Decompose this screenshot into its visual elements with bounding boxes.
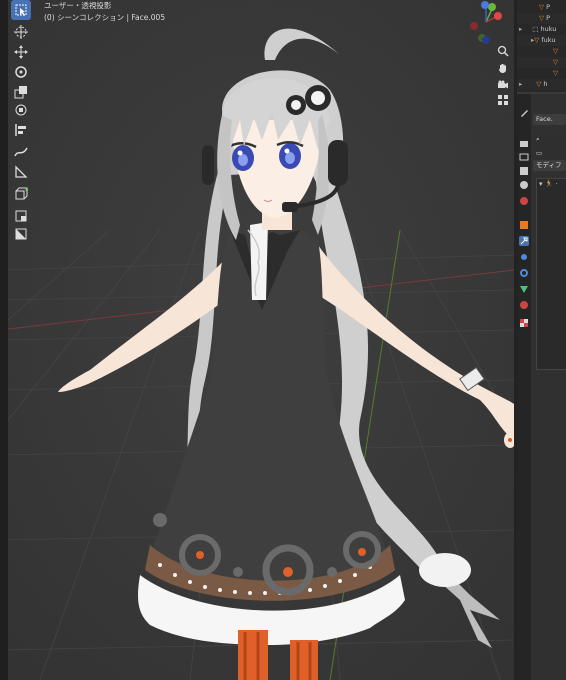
render-tab-icon[interactable] <box>519 138 529 148</box>
rotate-icon[interactable] <box>11 62 31 82</box>
modifier-tab-icon[interactable] <box>519 236 529 246</box>
outliner-row[interactable]: ▽ <box>517 57 566 68</box>
transform-icon[interactable] <box>11 100 31 120</box>
measure-icon[interactable] <box>11 162 31 182</box>
camera-icon[interactable] <box>496 78 510 92</box>
search-field[interactable]: ⌕ <box>533 134 566 145</box>
hair-tie-pom <box>419 553 471 587</box>
material-tab-icon[interactable] <box>519 300 529 310</box>
properties-tabs <box>517 94 531 680</box>
physics-tab-icon[interactable] <box>519 268 529 278</box>
annotate-icon[interactable] <box>11 142 31 162</box>
character-model[interactable] <box>0 0 514 680</box>
headset-right <box>328 140 348 186</box>
viewport-hud: ユーザー・透視投影 (0) シーンコレクション | Face.005 <box>44 0 165 24</box>
object-tab-icon[interactable] <box>519 220 529 230</box>
world-tab-icon[interactable] <box>519 196 529 206</box>
zoom-icon[interactable] <box>496 44 510 58</box>
texture-tab-icon[interactable] <box>519 318 529 328</box>
particles-tab-icon[interactable] <box>519 252 529 262</box>
collection-label: (0) シーンコレクション | Face.005 <box>44 13 166 22</box>
navigation-gizmo[interactable] <box>462 0 508 50</box>
outliner-row[interactable]: ▽ <box>517 46 566 57</box>
outliner-row[interactable]: ▽ P <box>517 2 566 13</box>
modifier-panel[interactable]: ▾ 🏃 · <box>536 178 566 370</box>
outliner-row[interactable]: ▽ <box>517 68 566 79</box>
outliner-row[interactable]: ▸ ▽ h <box>517 79 566 90</box>
outliner-panel[interactable]: ▽ P ▽ P ▸ ⬚ huku ▸▽ fuku ▽ ▽ ▽ ▸ ▽ h <box>517 0 566 92</box>
pan-hand-icon[interactable] <box>496 61 510 75</box>
grid-icon[interactable] <box>496 93 510 107</box>
tool-tab-icon[interactable] <box>519 108 529 118</box>
cursor-icon[interactable] <box>11 22 31 42</box>
extrude-icon[interactable] <box>11 206 31 226</box>
3d-viewport[interactable]: ユーザー・透視投影 (0) シーンコレクション | Face.005 <box>0 0 514 680</box>
object-name-field[interactable]: Face. <box>533 114 566 125</box>
scene-tab-icon[interactable] <box>519 180 529 190</box>
modifier-dropdown[interactable]: モディフ <box>533 160 566 171</box>
add-cube-icon[interactable] <box>11 184 31 204</box>
select-box-icon[interactable] <box>11 0 31 20</box>
shrink-icon[interactable] <box>11 224 31 244</box>
view-layer-tab-icon[interactable] <box>519 166 529 176</box>
display-field[interactable]: ▭ <box>533 148 566 159</box>
view-label: ユーザー・透視投影 <box>44 1 112 10</box>
left-edge-strip <box>0 0 8 680</box>
constraints-tab-icon[interactable] <box>519 284 529 294</box>
modifier-header: ▾ 🏃 · <box>539 180 558 188</box>
align-icon[interactable] <box>11 120 31 140</box>
outliner-row[interactable]: ▸▽ fuku <box>517 35 566 46</box>
move-icon[interactable] <box>11 42 31 62</box>
outliner-row[interactable]: ▸ ⬚ huku <box>517 24 566 35</box>
output-tab-icon[interactable] <box>519 152 529 162</box>
scale-icon[interactable] <box>11 82 31 102</box>
outliner-row[interactable]: ▽ P <box>517 13 566 24</box>
headset-left <box>202 145 214 185</box>
